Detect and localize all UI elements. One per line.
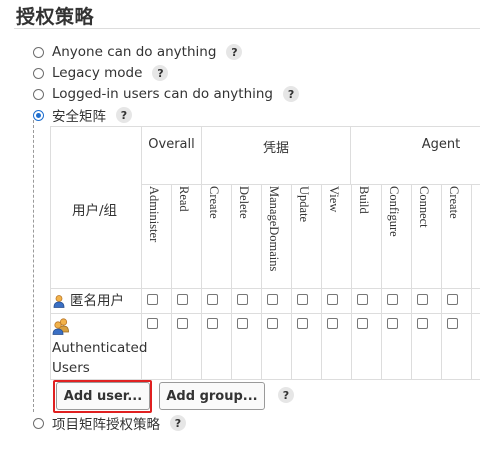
permission-checkbox[interactable] <box>297 294 308 305</box>
perm-header-connect: Connect <box>417 186 431 228</box>
radio-logged-in[interactable] <box>33 88 44 100</box>
matrix-indent-line <box>33 120 34 412</box>
permission-checkbox[interactable] <box>237 318 248 329</box>
radio-matrix-security[interactable] <box>33 109 44 121</box>
help-icon[interactable]: ? <box>152 65 169 81</box>
grid-line <box>411 184 412 380</box>
permission-checkbox[interactable] <box>177 318 188 329</box>
grid-line <box>171 184 172 380</box>
grid-line <box>351 184 352 380</box>
group-header-overall: Overall <box>148 137 195 152</box>
perm-header-configure: Configure <box>387 186 401 237</box>
permission-checkbox[interactable] <box>387 294 398 305</box>
perm-header-create-agent: Create <box>447 186 461 219</box>
help-icon[interactable]: ? <box>283 86 300 102</box>
perm-header-read: Read <box>177 186 191 212</box>
permission-checkbox[interactable] <box>237 294 248 305</box>
option-matrix-security[interactable]: 安全矩阵 ? <box>33 105 132 125</box>
grid-line <box>141 184 480 185</box>
perm-header-delete: Delete <box>237 186 251 219</box>
row-name-authenticated: Authenticated <box>52 340 148 356</box>
permission-checkbox[interactable] <box>327 294 338 305</box>
user-icon <box>53 295 65 308</box>
section-title: 授权策略 <box>16 6 95 28</box>
perm-header-update: Update <box>297 186 311 223</box>
grid-line <box>381 184 382 380</box>
grid-line <box>231 184 232 380</box>
permission-checkbox[interactable] <box>357 318 368 329</box>
permission-checkbox[interactable] <box>327 318 338 329</box>
permission-checkbox[interactable] <box>417 294 428 305</box>
permission-checkbox[interactable] <box>267 318 278 329</box>
permission-checkbox[interactable] <box>447 294 458 305</box>
permission-checkbox[interactable] <box>207 318 218 329</box>
option-anyone-can-do-anything[interactable]: Anyone can do anything ? <box>33 42 243 62</box>
option-label: 安全矩阵 <box>52 109 106 125</box>
radio-project-matrix[interactable] <box>33 417 44 429</box>
option-label: 项目矩阵授权策略 <box>52 417 160 433</box>
permission-checkbox[interactable] <box>267 294 278 305</box>
grid-line <box>50 288 480 289</box>
row-name-anonymous: 匿名用户 <box>70 293 124 309</box>
grid-line <box>321 184 322 380</box>
option-logged-in-users[interactable]: Logged-in users can do anything ? <box>33 84 300 104</box>
perm-header-managedomains: ManageDomains <box>267 186 281 272</box>
permission-checkbox[interactable] <box>297 318 308 329</box>
grid-line <box>291 184 292 380</box>
perm-header-administer: Administer <box>147 186 161 243</box>
group-header-credentials: 凭据 <box>262 141 289 156</box>
grid-line <box>261 184 262 380</box>
perm-header-build: Build <box>357 186 371 214</box>
permission-checkbox[interactable] <box>177 294 188 305</box>
users-group-icon <box>52 318 69 335</box>
radio-legacy[interactable] <box>33 67 44 79</box>
permission-checkbox[interactable] <box>387 318 398 329</box>
help-icon[interactable]: ? <box>226 44 243 60</box>
grid-line <box>50 313 480 314</box>
grid-line <box>201 184 202 380</box>
permission-checkbox[interactable] <box>147 294 158 305</box>
option-project-matrix[interactable]: 项目矩阵授权策略 ? <box>33 413 186 433</box>
radio-anyone[interactable] <box>33 46 44 58</box>
help-icon[interactable]: ? <box>116 107 132 123</box>
perm-header-view: View <box>327 186 341 213</box>
grid-line <box>350 126 351 184</box>
grid-line <box>441 184 442 380</box>
permission-checkbox[interactable] <box>417 318 428 329</box>
add-group-button[interactable]: Add group... <box>159 382 265 410</box>
perm-header-create: Create <box>207 186 221 219</box>
option-label: Logged-in users can do anything <box>52 86 274 102</box>
permission-checkbox[interactable] <box>357 294 368 305</box>
group-header-agent: Agent <box>421 137 461 152</box>
help-icon[interactable]: ? <box>170 415 186 431</box>
title-divider <box>14 28 480 29</box>
help-icon[interactable]: ? <box>278 387 294 403</box>
option-legacy-mode[interactable]: Legacy mode ? <box>33 63 169 83</box>
option-label: Legacy mode <box>52 65 143 81</box>
permission-checkbox[interactable] <box>447 318 458 329</box>
option-label: Anyone can do anything <box>52 44 217 60</box>
highlight-frame <box>53 380 152 413</box>
permission-checkbox[interactable] <box>147 318 158 329</box>
permission-checkbox[interactable] <box>207 294 218 305</box>
row-name-authenticated-line2: Users <box>52 360 90 376</box>
user-group-header: 用户/组 <box>72 203 118 219</box>
grid-line <box>471 184 472 380</box>
